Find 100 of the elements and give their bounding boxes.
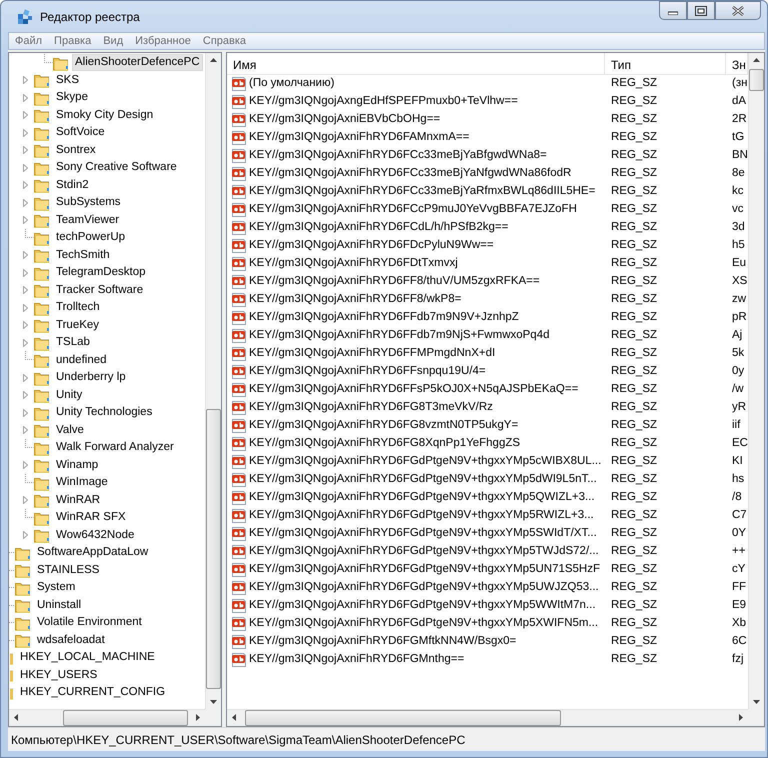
tree-item[interactable]: Underberry lp: [53, 369, 129, 386]
tree-item[interactable]: Smoky City Design: [53, 106, 156, 124]
value-name[interactable]: KEY//gm3IQNgojAxniFhRYD6FG8vzmtN0TP5ukgY=: [249, 417, 518, 435]
tree-item[interactable]: Uninstall: [34, 596, 84, 614]
value-name[interactable]: KEY//gm3IQNgojAxngEdHfSPEFPmuxb0+TeVlhw==: [249, 93, 518, 111]
maximize-button[interactable]: [687, 1, 715, 20]
value-name[interactable]: KEY//gm3IQNgojAxniFhRYD6FF8/wkP8=: [249, 291, 462, 309]
value-name[interactable]: KEY//gm3IQNgojAxniFhRYD6FGdPtgeN9V+thgxxYMp5RWIZL+3...: [249, 507, 594, 525]
value-name[interactable]: KEY//gm3IQNgojAxniFhRYD6FCdL/h/hPSfB2kg==: [249, 219, 508, 237]
value-name[interactable]: KEY//gm3IQNgojAxniFhRYD6FCc33meBjYaNfgwdWNa86fodR: [249, 165, 572, 183]
menu-item[interactable]: Справка: [196, 32, 252, 50]
value-name[interactable]: KEY//gm3IQNgojAxniFhRYD6FGMftkNN4W/Bsgx0=: [249, 633, 516, 651]
tree-item[interactable]: AlienShooterDefencePC: [72, 54, 203, 72]
horizontal-scrollbar[interactable]: [9, 709, 205, 726]
value-name[interactable]: KEY//gm3IQNgojAxniFhRYD6FGdPtgeN9V+thgxxYMp5WWItM7n...: [249, 597, 596, 615]
tree-item[interactable]: Unity: [53, 386, 86, 404]
tree-item[interactable]: WinRAR: [53, 492, 104, 509]
tree-item[interactable]: Walk Forward Analyzer: [53, 439, 177, 456]
scroll-right-arrow-icon[interactable]: [196, 714, 200, 721]
tree-item[interactable]: WinRAR SFX: [53, 509, 129, 526]
value-name[interactable]: KEY//gm3IQNgojAxniFhRYD6FDcPyluN9Ww==: [249, 237, 494, 255]
tree-item[interactable]: System: [34, 579, 78, 596]
tree-item[interactable]: Unity Technologies: [53, 404, 156, 422]
value-name[interactable]: (По умолчанию): [249, 75, 334, 93]
tree-item[interactable]: HKEY_USERS: [17, 666, 100, 684]
value-name[interactable]: KEY//gm3IQNgojAxniFhRYD6FG8T3meVkV/Rz: [249, 399, 493, 417]
value-name[interactable]: KEY//gm3IQNgojAxniFhRYD6FCc33meBjYaBfgwdWNa8=: [249, 147, 547, 165]
menu-item[interactable]: Файл: [9, 32, 48, 50]
value-name[interactable]: KEY//gm3IQNgojAxniFhRYD6FFdb7m9NjS+FwmwxoPq4d: [249, 327, 550, 345]
tree-item[interactable]: Stdin2: [53, 176, 92, 194]
string-value-icon: [231, 238, 247, 254]
value-name[interactable]: KEY//gm3IQNgojAxniFhRYD6FGdPtgeN9V+thgxxYMp5dWI9L5nT...: [249, 471, 597, 489]
value-name[interactable]: KEY//gm3IQNgojAxniFhRYD6FAMnxmA==: [249, 129, 470, 147]
tree-line: [9, 552, 15, 554]
tree-item[interactable]: SubSystems: [53, 194, 124, 212]
scrollbar-thumb[interactable]: [245, 710, 561, 726]
value-name[interactable]: KEY//gm3IQNgojAxniFhRYD6FGdPtgeN9V+thgxxYMp5TWJdS72/...: [249, 543, 599, 561]
value-name[interactable]: KEY//gm3IQNgojAxniFhRYD6FCc33meBjYaRfmxBWLq86dIIL5HE=: [249, 183, 596, 201]
menu-item[interactable]: Избранное: [129, 32, 197, 50]
column-header[interactable]: Имя: [227, 53, 605, 74]
scrollbar-thumb[interactable]: [206, 409, 221, 689]
value-name[interactable]: KEY//gm3IQNgojAxniFhRYD6FGdPtgeN9V+thgxxYMp5SWIdT/XT...: [249, 525, 597, 543]
scroll-left-arrow-icon[interactable]: [232, 714, 236, 721]
tree-item[interactable]: Tracker Software: [53, 282, 146, 299]
tree-item[interactable]: Volatile Environment: [34, 614, 145, 632]
value-name[interactable]: KEY//gm3IQNgojAxniFhRYD6FFdb7m9N9V+JznhpZ: [249, 309, 519, 327]
value-name[interactable]: KEY//gm3IQNgojAxniFhRYD6FDtTxmvxj: [249, 255, 458, 273]
tree-item[interactable]: Sony Creative Software: [53, 159, 180, 176]
tree-item[interactable]: undefined: [53, 352, 110, 369]
tree-item[interactable]: WinImage: [53, 474, 111, 492]
tree-item[interactable]: SoftVoice: [53, 124, 108, 142]
value-name[interactable]: KEY//gm3IQNgojAxniFhRYD6FG8XqnPp1YeFhggZS: [249, 435, 520, 453]
column-header[interactable]: Тип: [605, 53, 726, 74]
value-name[interactable]: KEY//gm3IQNgojAxniFhRYD6FGdPtgeN9V+thgxxYMp5UN71S5HzF: [249, 561, 600, 579]
tree-item[interactable]: TSLab: [53, 334, 93, 352]
tree-item[interactable]: Trolltech: [53, 299, 103, 316]
tree-item[interactable]: TechSmith: [53, 246, 113, 264]
tree-item[interactable]: Winamp: [53, 456, 102, 474]
vertical-scrollbar[interactable]: [205, 53, 221, 709]
string-value-icon: [231, 94, 247, 110]
tree-item[interactable]: HKEY_LOCAL_MACHINE: [17, 649, 158, 666]
value-name[interactable]: KEY//gm3IQNgojAxniFhRYD6FGdPtgeN9V+thgxxYMp5cWIBX8UL...: [249, 453, 602, 471]
value-name[interactable]: KEY//gm3IQNgojAxniFhRYD6FFsP5kOJ0X+N5qAJSPbEKaQ==: [249, 381, 578, 399]
vertical-scrollbar[interactable]: [748, 53, 764, 709]
tree-item[interactable]: Wow6432Node: [53, 526, 138, 544]
close-button[interactable]: [715, 1, 761, 20]
menu-item[interactable]: Вид: [97, 32, 130, 50]
value-name[interactable]: KEY//gm3IQNgojAxniFhRYD6FGdPtgeN9V+thgxxYMp5XWIFN5m...: [249, 615, 598, 633]
value-data: fzj: [731, 652, 744, 668]
tree-item[interactable]: TeamViewer: [53, 212, 122, 229]
minimize-button[interactable]: [659, 1, 687, 20]
scroll-right-arrow-icon[interactable]: [739, 714, 743, 721]
tree-item[interactable]: TelegramDesktop: [53, 264, 148, 282]
tree-item[interactable]: TrueKey: [53, 316, 102, 334]
value-name[interactable]: KEY//gm3IQNgojAxniFhRYD6FGdPtgeN9V+thgxxYMp5UWJZQ53...: [249, 579, 599, 597]
tree-item[interactable]: techPowerUp: [53, 229, 128, 246]
value-name[interactable]: KEY//gm3IQNgojAxniFhRYD6FFsnpqu19U/4=: [249, 363, 486, 381]
tree-item[interactable]: Valve: [53, 422, 87, 439]
scrollbar-thumb[interactable]: [63, 710, 188, 726]
value-name[interactable]: KEY//gm3IQNgojAxniFhRYD6FF8/thuV/UM5zgxRFKA==: [249, 273, 540, 291]
value-name[interactable]: KEY//gm3IQNgojAxniFhRYD6FCcP9muJ0YeVvgBBFA7EJZoFH: [249, 201, 577, 219]
menu-item[interactable]: Правка: [48, 32, 98, 50]
scroll-up-arrow-icon[interactable]: [210, 58, 217, 62]
scrollbar-thumb[interactable]: [749, 69, 764, 91]
scroll-down-arrow-icon[interactable]: [753, 700, 760, 704]
tree-item[interactable]: SKS: [53, 72, 82, 89]
scroll-up-arrow-icon[interactable]: [753, 58, 760, 62]
value-name[interactable]: KEY//gm3IQNgojAxniFhRYD6FGdPtgeN9V+thgxxYMp5QWIZL+3...: [249, 489, 595, 507]
tree-item[interactable]: HKEY_CURRENT_CONFIG: [17, 684, 168, 702]
tree-item[interactable]: SoftwareAppDataLow: [34, 544, 152, 562]
scroll-down-arrow-icon[interactable]: [210, 700, 217, 704]
value-name[interactable]: KEY//gm3IQNgojAxniFhRYD6FFMPmgdNnX+dI: [249, 345, 496, 363]
tree-item[interactable]: STAINLESS: [34, 562, 102, 579]
tree-item[interactable]: wdsafeloadat: [34, 632, 108, 649]
horizontal-scrollbar[interactable]: [227, 709, 748, 726]
value-name[interactable]: KEY//gm3IQNgojAxniEBVbCbOHg==: [249, 111, 440, 129]
value-name[interactable]: KEY//gm3IQNgojAxniFhRYD6FGMnthg==: [249, 651, 464, 669]
tree-item[interactable]: Skype: [53, 89, 91, 106]
tree-item[interactable]: Sontrex: [53, 142, 99, 159]
scroll-left-arrow-icon[interactable]: [14, 714, 18, 721]
